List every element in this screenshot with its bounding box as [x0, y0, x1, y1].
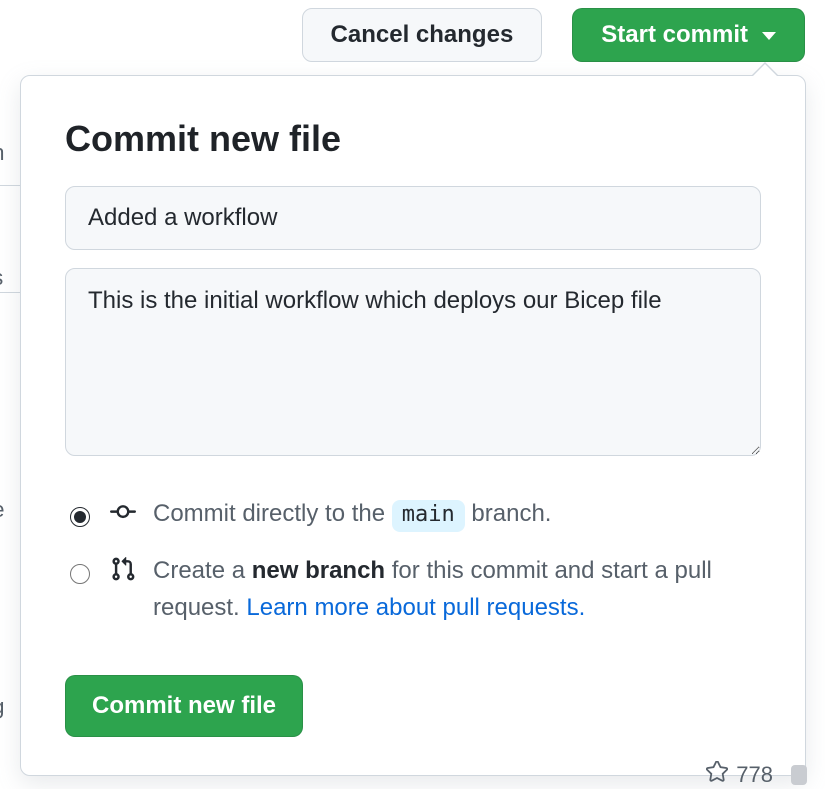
git-commit-icon: [109, 495, 137, 525]
scrollbar-stub[interactable]: [791, 765, 807, 785]
star-icon: [706, 761, 728, 789]
commit-target-options: Commit directly to the main branch. Crea…: [65, 495, 761, 627]
branch-chip: main: [392, 500, 465, 532]
opt-branch-strong: new branch: [252, 557, 385, 584]
caret-down-icon: [762, 32, 776, 40]
commit-new-file-label: Commit new file: [92, 692, 276, 719]
star-count: 778: [736, 762, 773, 788]
opt-direct-prefix: Commit directly to the: [153, 500, 385, 527]
bg-frag: on: [0, 140, 4, 166]
option-direct-text: Commit directly to the main branch.: [153, 495, 761, 532]
radio-commit-direct[interactable]: [70, 507, 90, 527]
option-new-branch[interactable]: Create a new branch for this commit and …: [65, 552, 761, 626]
commit-dialog-title: Commit new file: [65, 118, 761, 160]
option-branch-text: Create a new branch for this commit and …: [153, 552, 761, 626]
opt-direct-suffix: branch.: [471, 500, 551, 527]
cancel-changes-label: Cancel changes: [331, 23, 514, 47]
git-pull-request-icon: [109, 552, 137, 582]
option-commit-direct[interactable]: Commit directly to the main branch.: [65, 495, 761, 538]
commit-popover: Commit new file This is the initial work…: [20, 75, 806, 776]
cancel-changes-button[interactable]: Cancel changes: [302, 8, 543, 62]
start-commit-button[interactable]: Start commit: [572, 8, 805, 62]
top-action-bar: Cancel changes Start commit: [0, 8, 805, 62]
bg-frag: ns: [0, 265, 3, 291]
commit-summary-input[interactable]: [65, 186, 761, 250]
radio-new-branch[interactable]: [70, 564, 90, 584]
bg-frag: oe: [0, 497, 4, 523]
bg-frag: ng: [0, 694, 4, 720]
learn-more-link[interactable]: Learn more about pull requests.: [246, 594, 585, 621]
commit-new-file-button[interactable]: Commit new file: [65, 675, 303, 737]
star-count-peek: 778: [706, 761, 807, 789]
start-commit-label: Start commit: [601, 23, 748, 47]
opt-branch-prefix: Create a: [153, 557, 245, 584]
commit-description-textarea[interactable]: This is the initial workflow which deplo…: [65, 268, 761, 456]
